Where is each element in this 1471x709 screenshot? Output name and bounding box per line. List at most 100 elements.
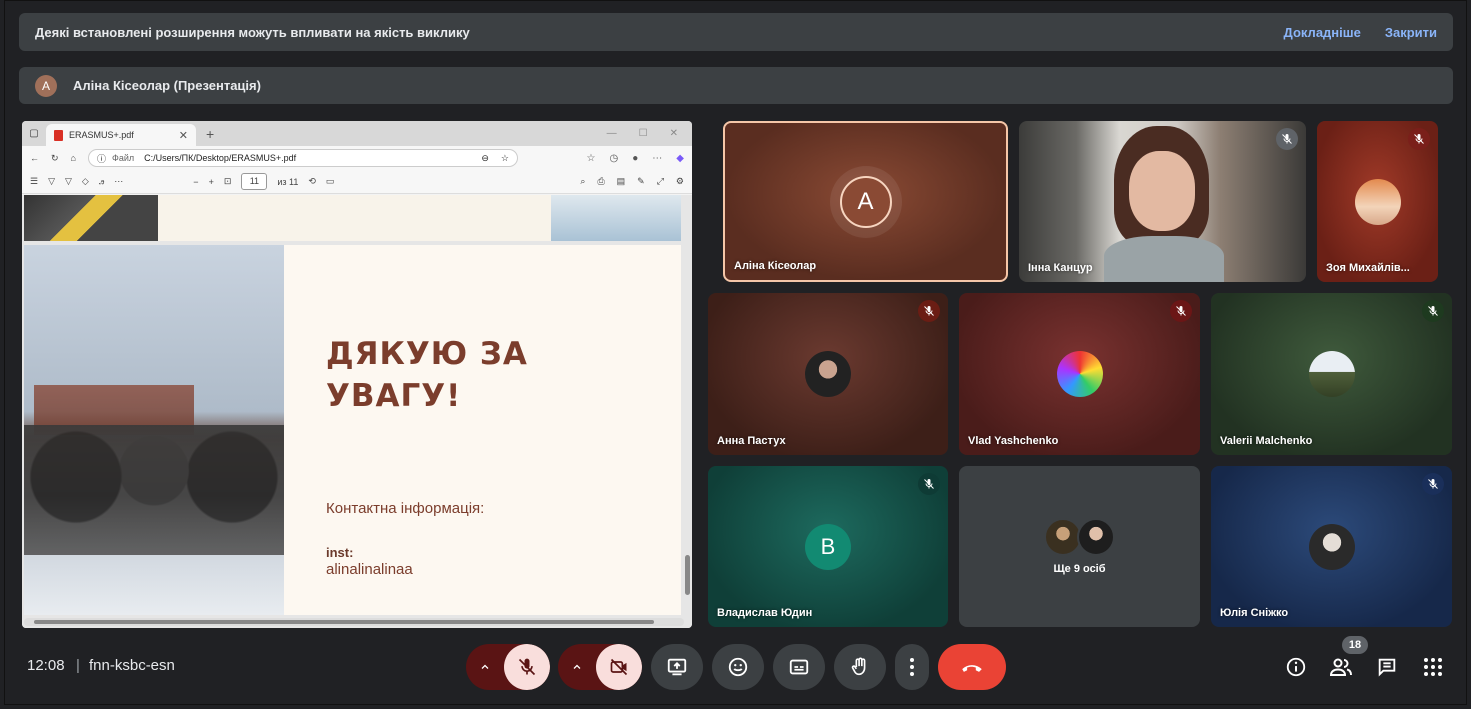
chat-button[interactable] [1375,655,1399,679]
participant-tile[interactable]: Зоя Михайлів... [1317,121,1438,282]
more-vertical-icon [910,658,914,676]
participant-tile[interactable]: A Аліна Кісеолар [723,121,1008,282]
activities-button[interactable] [1421,655,1445,679]
previous-page-photo-right [551,195,681,241]
save-icon[interactable]: ▤ [617,176,626,187]
scroll-thumb[interactable] [34,620,654,624]
participant-video-body [1104,236,1224,282]
address-path: C:/Users/ПК/Desktop/ERASMUS+.pdf [144,153,297,163]
muted-mic-icon [1422,300,1444,322]
participant-avatar-photo [805,351,851,397]
microphone-toggle-button[interactable] [504,644,550,690]
print-icon[interactable]: ⎙ [597,176,604,187]
reactions-button[interactable] [712,644,764,690]
more-icon[interactable]: ⋯ [652,153,662,164]
zoom-out-icon[interactable]: − [193,177,198,187]
inst-handle: alinalinalinaa [326,561,413,578]
present-screen-button[interactable] [651,644,703,690]
group-photo [24,245,284,615]
others-count-label: Ще 9 осіб [1053,563,1106,575]
new-tab-icon[interactable]: + [206,126,214,142]
browser-tab[interactable]: ERASMUS+.pdf ✕ [46,124,196,146]
participant-avatar-photo [1308,351,1355,397]
zoom-in-icon[interactable]: + [209,177,214,187]
participant-tile[interactable]: Анна Пастух [708,293,948,455]
meeting-details-button[interactable] [1284,655,1308,679]
favorites-icon[interactable]: ☆ [587,153,596,164]
back-icon[interactable]: ← [30,153,39,163]
pdf-document-view[interactable]: ДЯКУЮ ЗА УВАГУ! Контактна інформація: in… [22,195,692,628]
pdf-right-tools: ⌕ ⎙ ▤ ✎ ⤢ ⚙ [580,176,684,187]
participant-tile[interactable]: Інна Канцур [1019,121,1306,282]
participant-avatar: B [805,523,851,570]
reload-icon[interactable]: ↻ [51,153,59,164]
thanks-heading: ДЯКУЮ ЗА УВАГУ! [326,333,586,417]
tab-actions-icon[interactable]: ▢ [22,128,46,139]
audio-options-button[interactable] [466,661,504,673]
previous-page-photo [24,195,158,241]
camera-off-icon [610,658,628,676]
home-icon[interactable]: ⌂ [71,153,76,163]
window-close-icon[interactable]: ✕ [670,128,678,139]
favorite-star-icon[interactable]: ☆ [501,153,509,164]
video-options-button[interactable] [558,661,596,673]
pdf-file-icon [54,129,63,141]
mic-off-icon [518,658,536,676]
others-tile[interactable]: Ще 9 осіб [959,466,1200,627]
chevron-up-icon [573,664,581,669]
fullscreen-icon[interactable]: ⤢ [657,176,664,187]
fit-page-icon[interactable]: ⊡ [224,176,232,187]
page-number-input[interactable]: 11 [241,173,268,190]
muted-mic-icon [918,300,940,322]
pdf-page: ДЯКУЮ ЗА УВАГУ! Контактна інформація: in… [24,245,681,615]
bottom-separator: | [76,657,80,674]
read-aloud-icon[interactable]: ꭿ [99,176,104,187]
pdf-search-icon[interactable]: ⌕ [580,176,585,187]
close-banner-button[interactable]: Закрити [1385,25,1437,40]
presentation-header: А Аліна Кісеолар (Презентація) [19,67,1453,104]
more-options-button[interactable] [895,644,929,690]
more-tools-icon[interactable]: ⋯ [114,176,123,187]
thanks-line-1: ДЯКУЮ ЗА [326,336,528,372]
rotate-icon[interactable]: ⟲ [308,176,316,187]
minimize-icon[interactable]: — [607,128,617,139]
shared-screen[interactable]: ▢ ERASMUS+.pdf ✕ + — ☐ ✕ ← ↻ ⌂ ⓘ Файл C:… [22,121,692,628]
participant-tile[interactable]: B Владислав Юдин [708,466,948,627]
other-participant-avatar [1077,518,1115,556]
vertical-scrollbar[interactable] [685,555,690,595]
participant-tile[interactable]: Юлія Сніжко [1211,466,1452,627]
captions-button[interactable] [773,644,825,690]
participant-avatar-photo [1354,178,1401,225]
history-icon[interactable]: ◷ [610,153,619,164]
highlight-icon[interactable]: ▽ [48,176,55,187]
participant-name: Зоя Михайлів... [1326,262,1410,274]
page-view-icon[interactable]: ▭ [326,176,335,187]
participant-avatar: A [839,175,892,228]
erase-icon[interactable]: ◇ [82,176,89,187]
speaking-ring: A [829,165,902,238]
camera-toggle-button[interactable] [596,644,642,690]
present-icon [667,658,687,676]
horizontal-scrollbar[interactable] [24,618,684,626]
raise-hand-button[interactable] [834,644,886,690]
participant-avatar-photo [1056,351,1103,397]
participant-name: Юлія Сніжко [1220,607,1289,619]
address-scheme-label: Файл [112,153,135,163]
learn-more-link[interactable]: Докладніше [1284,25,1361,40]
contents-icon[interactable]: ☰ [30,176,38,187]
address-bar[interactable]: ⓘ Файл C:/Users/ПК/Desktop/ERASMUS+.pdf … [87,149,518,167]
save-as-icon[interactable]: ✎ [637,176,645,187]
participant-tile[interactable]: Valerii Malchenko [1211,293,1452,455]
settings-gear-icon[interactable]: ⚙ [676,176,684,187]
leave-call-button[interactable] [938,644,1006,690]
draw-icon[interactable]: ▽ [65,176,72,187]
meeting-code: fnn-ksbc-esn [89,657,175,674]
zoom-icon[interactable]: ⊖ [481,153,489,164]
participant-count-badge: 18 [1342,636,1368,654]
maximize-icon[interactable]: ☐ [639,128,648,139]
copilot-icon[interactable]: ◆ [676,153,684,164]
participant-tile[interactable]: Vlad Yashchenko [959,293,1200,455]
people-button[interactable] [1329,655,1353,679]
profile-icon[interactable]: ● [632,153,638,164]
close-tab-icon[interactable]: ✕ [179,129,188,142]
